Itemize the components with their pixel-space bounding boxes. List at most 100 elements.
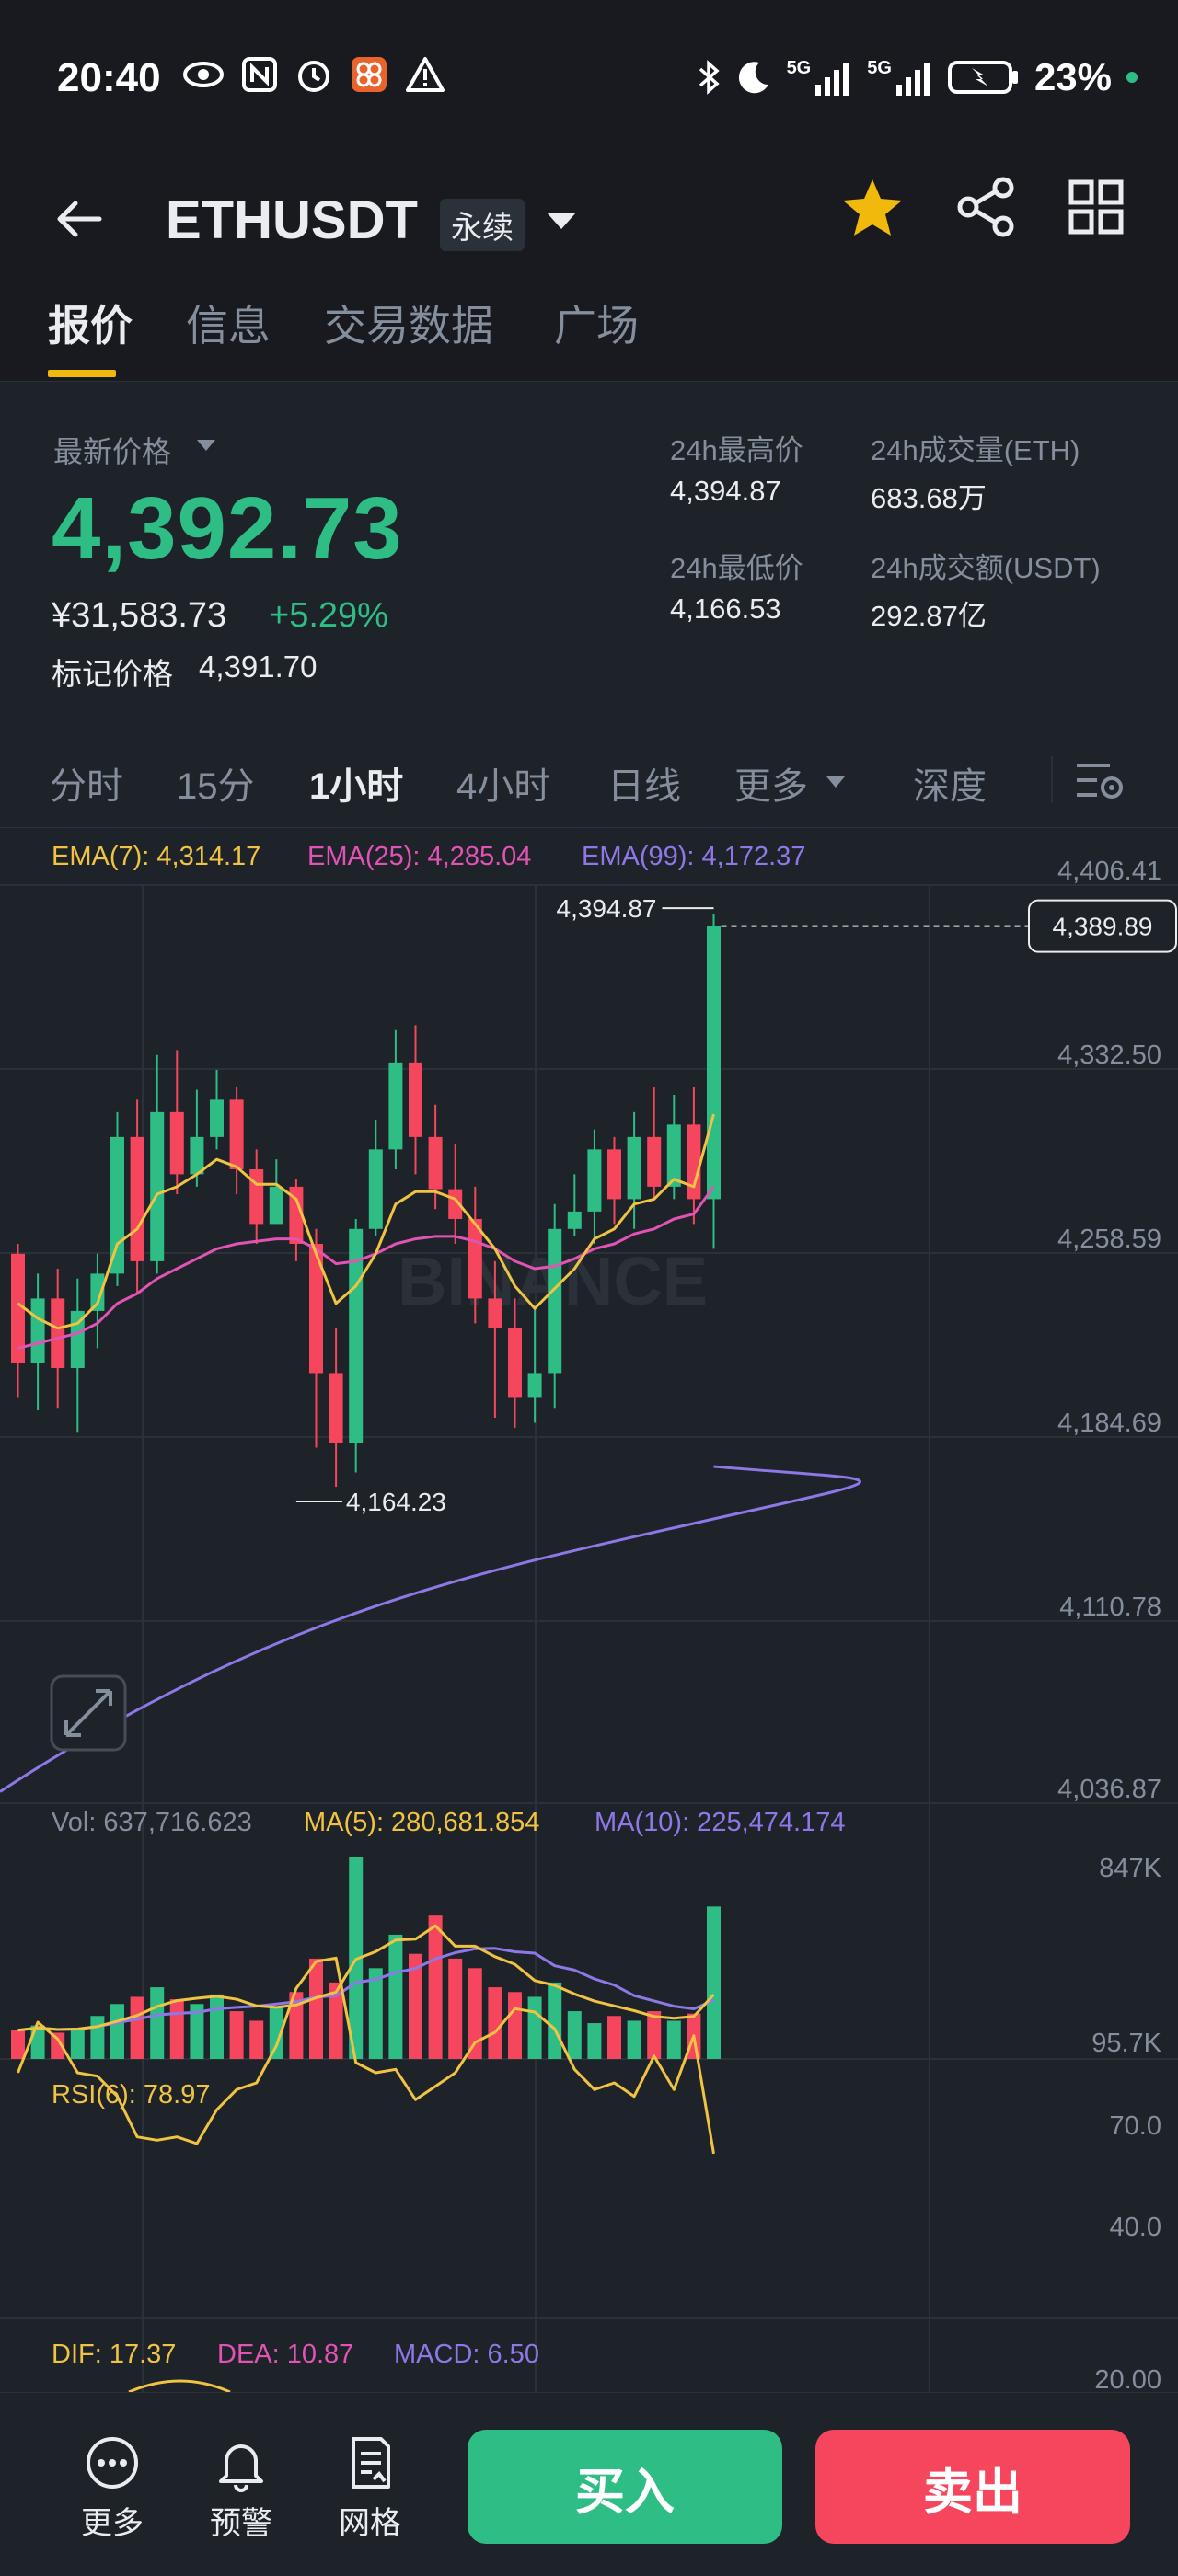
candle-body xyxy=(587,1149,602,1212)
status-system-icons: 5G 5G 23% xyxy=(697,55,1138,99)
more-label: 更多 xyxy=(81,2506,144,2541)
pair-title[interactable]: ETHUSDT xyxy=(166,190,418,251)
candle-body xyxy=(249,1168,264,1225)
candle-body xyxy=(110,1136,124,1274)
volume-eth-label: 24h成交量(ETH) xyxy=(871,434,1080,466)
ma5-label: MA(5): 280,681.854 xyxy=(304,1808,539,1837)
candle-body xyxy=(130,1136,144,1261)
fullscreen-toggle-icon[interactable] xyxy=(50,1674,127,1752)
candle-body xyxy=(428,1136,443,1190)
back-arrow-icon[interactable] xyxy=(52,191,107,247)
high-marker-label: 4,394.87 xyxy=(557,894,657,923)
buy-button[interactable]: 买入 xyxy=(468,2430,782,2544)
chevron-down-icon[interactable] xyxy=(545,210,578,232)
bell-icon xyxy=(219,2444,263,2492)
candle-body xyxy=(229,1099,244,1169)
price-axis-tick: 4,406.41 xyxy=(1057,857,1161,886)
share-icon[interactable] xyxy=(953,175,1018,239)
volume-axis-min: 95.7K xyxy=(1091,2029,1161,2058)
candle-body xyxy=(627,1136,641,1200)
favorite-star-icon[interactable] xyxy=(839,175,906,241)
dea-label: DEA: 10.87 xyxy=(217,2340,353,2369)
price-axis-tick: 4,184.69 xyxy=(1057,1409,1161,1438)
price-summary: 最新价格 4,392.73 ¥31,583.73 +5.29% 标记价格 4,3… xyxy=(0,383,1178,732)
ma10-label: MA(10): 225,474.174 xyxy=(595,1808,845,1837)
candle-body xyxy=(409,1062,422,1137)
candle-body xyxy=(269,1186,283,1225)
candle-body xyxy=(527,1373,542,1398)
candle-body xyxy=(647,1136,662,1187)
signal-icon-2 xyxy=(895,62,930,96)
volume-bar xyxy=(508,1992,522,2059)
more-menu-button[interactable]: 更多 xyxy=(66,2433,158,2543)
volume-bar xyxy=(368,1968,383,2059)
latest-price-label[interactable]: 最新价格 xyxy=(53,429,171,471)
candle-body xyxy=(707,926,721,1200)
warning-icon xyxy=(406,57,445,92)
more-caret-icon[interactable] xyxy=(825,775,847,789)
volume-bar xyxy=(567,2011,582,2059)
status-notification-icons xyxy=(182,55,445,94)
tab-info[interactable]: 信息 xyxy=(186,293,271,353)
tab-square[interactable]: 广场 xyxy=(554,293,639,353)
grid-trading-button[interactable]: 网格 xyxy=(324,2433,416,2543)
candle-body xyxy=(666,1124,681,1187)
tab-quote[interactable]: 报价 xyxy=(48,293,133,353)
interval-1d[interactable]: 日线 xyxy=(607,756,681,810)
volume-axis-max: 847K xyxy=(1099,1854,1161,1883)
rsi-axis-40: 40.0 xyxy=(1110,2213,1161,2242)
grid-document-icon xyxy=(352,2437,390,2489)
last-price: 4,392.73 xyxy=(52,479,403,578)
candle-body xyxy=(508,1328,522,1398)
volume-bar xyxy=(488,1987,502,2059)
macd-axis-tick: 20.00 xyxy=(1094,2365,1161,2392)
interval-1h[interactable]: 1小时 xyxy=(309,756,403,810)
interval-15m[interactable]: 15分 xyxy=(177,756,255,810)
battery-charging-icon xyxy=(947,61,1018,94)
price-axis-tick: 4,332.50 xyxy=(1057,1041,1161,1070)
high-24h-label: 24h最高价 xyxy=(670,434,803,466)
volume-bar xyxy=(70,2028,85,2059)
moon-icon xyxy=(738,62,768,94)
active-tab-indicator xyxy=(48,370,116,377)
caret-down-icon[interactable] xyxy=(195,438,217,453)
kline-chart[interactable]: BINANCE EMA(7): 4,314.17 EMA(25): 4,285.… xyxy=(0,828,1178,2392)
volume-bar xyxy=(448,1958,463,2059)
signal-icon xyxy=(815,62,849,96)
low-24h-value: 4,166.53 xyxy=(670,592,781,625)
candle-body xyxy=(488,1298,502,1328)
candle-body xyxy=(210,1099,224,1137)
rsi-axis-70: 70.0 xyxy=(1110,2111,1161,2141)
volume-bar xyxy=(468,1968,482,2059)
bottom-action-bar: 更多 预警 网格 买入 卖出 xyxy=(0,2392,1178,2576)
candle-body xyxy=(169,1111,184,1175)
volume-bar xyxy=(210,1994,224,2059)
app-notification-icon xyxy=(352,57,387,92)
price-axis-tick: 4,258.59 xyxy=(1057,1225,1161,1254)
interval-depth[interactable]: 深度 xyxy=(913,756,987,810)
grid-menu-icon[interactable] xyxy=(1068,178,1125,236)
interval-bar: 分时 15分 1小时 4小时 日线 更多 深度 xyxy=(0,732,1178,828)
sell-button[interactable]: 卖出 xyxy=(815,2430,1130,2544)
volume-bar xyxy=(130,1996,144,2059)
tab-trading-data[interactable]: 交易数据 xyxy=(324,293,493,353)
candle-body xyxy=(329,1373,343,1443)
volume-bar xyxy=(150,1987,165,2059)
more-dots-icon xyxy=(87,2437,138,2489)
current-price-tag: 4,389.89 xyxy=(1053,913,1153,941)
cny-price: ¥31,583.73 xyxy=(52,596,227,635)
chart-settings-icon[interactable] xyxy=(1073,756,1126,804)
price-axis-tick: 4,036.87 xyxy=(1057,1775,1161,1804)
price-axis-tick: 4,110.78 xyxy=(1059,1593,1161,1622)
network-label-1: 5G xyxy=(786,57,812,78)
alert-button[interactable]: 预警 xyxy=(195,2433,287,2543)
candle-body xyxy=(388,1062,403,1150)
candle-body xyxy=(607,1149,621,1200)
volume-bar xyxy=(169,1999,184,2059)
interval-more[interactable]: 更多 xyxy=(734,756,808,810)
low-24h-label: 24h最低价 xyxy=(670,552,803,584)
interval-4h[interactable]: 4小时 xyxy=(456,756,550,810)
interval-time-share[interactable]: 分时 xyxy=(50,756,123,810)
volume-bar xyxy=(548,1982,562,2059)
volume-bar xyxy=(90,2016,105,2059)
